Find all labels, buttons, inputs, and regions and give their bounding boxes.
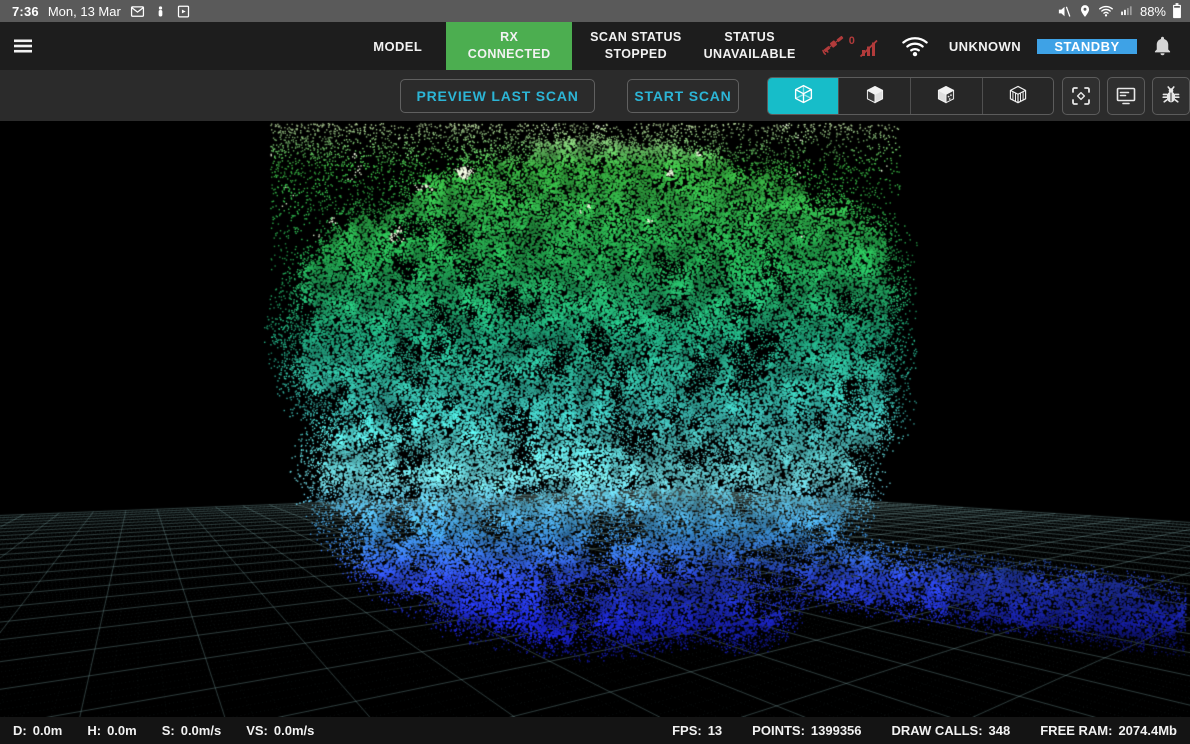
battery-percent-label: 88% [1140,4,1166,19]
debug-bug-button[interactable] [1152,77,1190,115]
screenshot-icon [176,4,191,19]
menu-icon[interactable] [0,22,46,70]
wifi-icon [901,34,929,58]
gnss-satellite-count: 0 [849,35,855,47]
pointcloud-canvas[interactable] [0,121,1190,717]
clock-time: 7:36 [12,4,39,19]
no-signal-icon [857,37,881,59]
stat-fps: FPS:13 [672,723,722,738]
wifi-status-icon [1098,4,1114,18]
app-screen: 7:36 Mon, 13 Mar [0,0,1190,744]
stat-draw-calls: DRAW CALLS:348 [892,723,1011,738]
view-mode-grid-cube-icon[interactable] [982,78,1054,114]
start-scan-button[interactable]: START SCAN [627,79,739,113]
app-header: MODEL RX CONNECTED SCAN STATUS STOPPED S… [0,22,1190,70]
pointcloud-3d-viewport[interactable] [0,121,1190,717]
android-status-bar: 7:36 Mon, 13 Mar [0,0,1190,22]
model-label: MODEL [373,39,422,54]
rx-connected-status[interactable]: RX CONNECTED [446,22,572,70]
view-mode-solid-cube-icon[interactable] [838,78,910,114]
standby-mode-button[interactable]: STANDBY [1037,39,1137,54]
clock-date: Mon, 13 Mar [48,4,121,19]
render-stats: FPS:13 POINTS:1399356 DRAW CALLS:348 FRE… [672,723,1177,738]
view-mode-points-cube-icon[interactable] [910,78,982,114]
link-status-label: UNKNOWN [949,39,1021,54]
stat-vertical-speed: VS:0.0m/s [246,723,314,738]
scan-status-indicator: SCAN STATUS STOPPED [590,29,681,63]
stat-height: H:0.0m [87,723,136,738]
view-mode-wireframe-cube-icon[interactable] [768,78,839,114]
volume-muted-icon [1057,4,1072,19]
status-footer: D:0.0m H:0.0m S:0.0m/s VS:0.0m/s FPS:13 … [0,717,1190,744]
stat-free-ram: FREE RAM:2074.4Mb [1040,723,1177,738]
gnss-satellite-icon [820,33,847,59]
battery-icon [1172,3,1182,19]
location-icon [1078,4,1092,18]
telemetry-stats: D:0.0m H:0.0m S:0.0m/s VS:0.0m/s [13,723,314,738]
recenter-view-button[interactable] [1062,77,1100,115]
preview-last-scan-button[interactable]: PREVIEW LAST SCAN [400,79,595,113]
cell-signal-icon [1120,4,1134,18]
gmail-notification-icon [130,4,145,19]
stat-points: POINTS:1399356 [752,723,861,738]
scan-toolbar: PREVIEW LAST SCAN START SCAN [0,70,1190,121]
device-status-indicator: STATUS UNAVAILABLE [704,29,796,63]
usb-connected-icon [154,4,167,19]
stat-speed: S:0.0m/s [162,723,221,738]
stat-distance: D:0.0m [13,723,62,738]
console-log-button[interactable] [1107,77,1145,115]
gnss-status-cluster: 0 [820,33,881,59]
notifications-bell-icon[interactable] [1151,34,1174,58]
view-mode-group [767,77,1055,115]
